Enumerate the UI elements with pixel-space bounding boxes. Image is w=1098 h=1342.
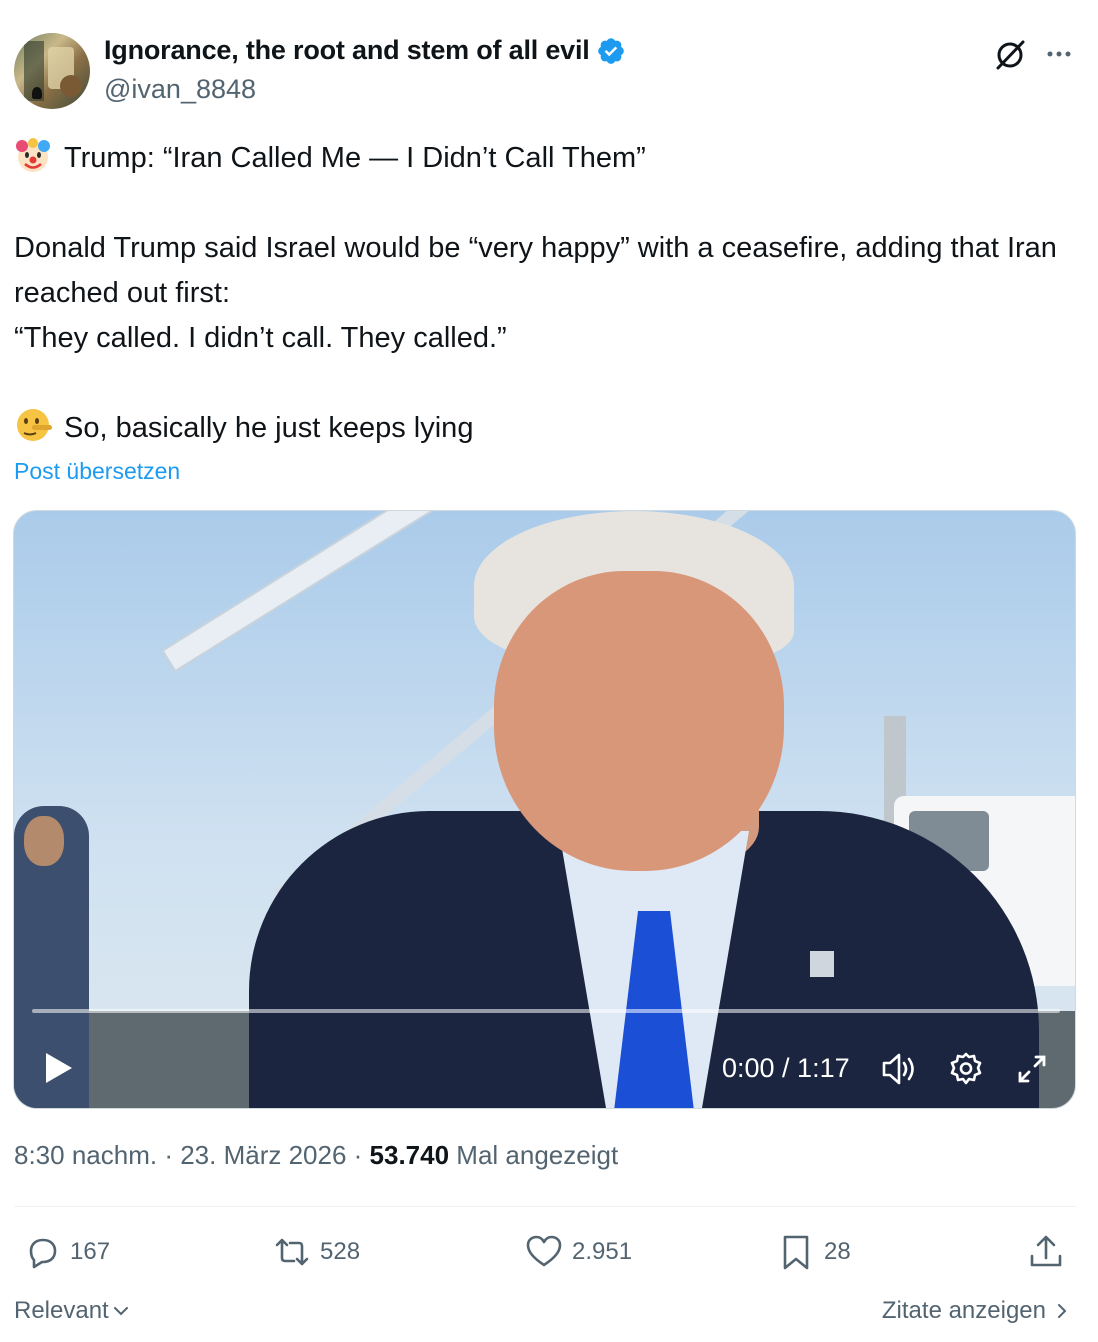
tweet-header: Ignorance, the root and stem of all evil… [14,33,1084,113]
tweet-text: Trump: “Iran Called Me — I Didn’t Call T… [14,136,1084,451]
translate-post-link[interactable]: Post übersetzen [14,458,180,485]
view-count-label: Mal angezeigt [449,1140,619,1170]
tweet-line-1: Trump: “Iran Called Me — I Didn’t Call T… [14,136,1084,181]
reply-button[interactable]: 167 [22,1232,110,1272]
like-count: 2.951 [572,1238,633,1265]
sort-replies-dropdown[interactable]: Relevant [14,1297,131,1325]
repost-icon [275,1238,309,1266]
action-bar: 167 528 2.951 28 [14,1232,1076,1276]
bookmark-icon [783,1235,809,1270]
tweet-line-blank-2 [14,361,1084,406]
author-display-name[interactable]: Ignorance, the root and stem of all evil [104,35,590,66]
chevron-right-icon [1058,1304,1067,1318]
repost-count: 528 [320,1238,361,1265]
avatar[interactable] [14,33,90,109]
tweet-line-1-text: Trump: “Iran Called Me — I Didn’t Call T… [64,142,646,174]
share-icon [1030,1235,1062,1267]
tweet-line-6: So, basically he just keeps lying [14,406,1084,451]
tweet-date[interactable]: 23. März 2026 [180,1140,346,1170]
like-button[interactable]: 2.951 [524,1232,632,1272]
sort-label: Relevant [14,1297,109,1324]
meta-separator-2: · [346,1140,370,1170]
video-time: 0:00 / 1:17 [722,1053,850,1083]
repost-button[interactable]: 528 [272,1232,360,1272]
reply-count: 167 [70,1238,111,1265]
fullscreen-icon[interactable] [1014,1051,1050,1087]
lying-face-icon [17,409,52,441]
quotes-label: Zitate anzeigen [881,1297,1046,1324]
meta-separator: · [157,1140,181,1170]
more-options-icon[interactable] [1042,37,1076,71]
settings-gear-icon[interactable] [948,1051,984,1087]
tweet-time[interactable]: 8:30 nachm. [14,1140,157,1170]
tweet-line-blank-1 [14,181,1084,226]
tweet-meta: 8:30 nachm. · 23. März 2026 · 53.740 Mal… [14,1140,618,1171]
volume-icon[interactable] [880,1051,918,1087]
divider [14,1206,1076,1207]
grok-icon[interactable] [992,37,1028,73]
share-button[interactable] [1026,1232,1066,1272]
author-name-row: Ignorance, the root and stem of all evil [104,35,626,66]
verified-badge-icon[interactable] [596,36,626,66]
tweet-line-4: “They called. I didn’t call. They called… [14,322,507,354]
play-icon[interactable] [42,1051,76,1085]
video-player[interactable]: 0:00 / 1:17 [13,510,1076,1109]
bookmark-count: 28 [824,1238,851,1265]
bookmark-button[interactable]: 28 [776,1232,851,1272]
view-count[interactable]: 53.740 [370,1140,450,1170]
heart-icon [526,1235,562,1267]
author-handle[interactable]: @ivan_8848 [104,74,256,105]
tweet-line-3: Donald Trump said Israel would be “very … [14,232,1057,309]
clown-face-icon [16,138,50,172]
chevron-down-icon [113,1307,128,1316]
video-progress-bar[interactable] [32,1009,1060,1013]
tweet-line-6-text: So, basically he just keeps lying [64,412,474,444]
view-quotes-link[interactable]: Zitate anzeigen [882,1297,1072,1325]
reply-icon [29,1238,57,1269]
